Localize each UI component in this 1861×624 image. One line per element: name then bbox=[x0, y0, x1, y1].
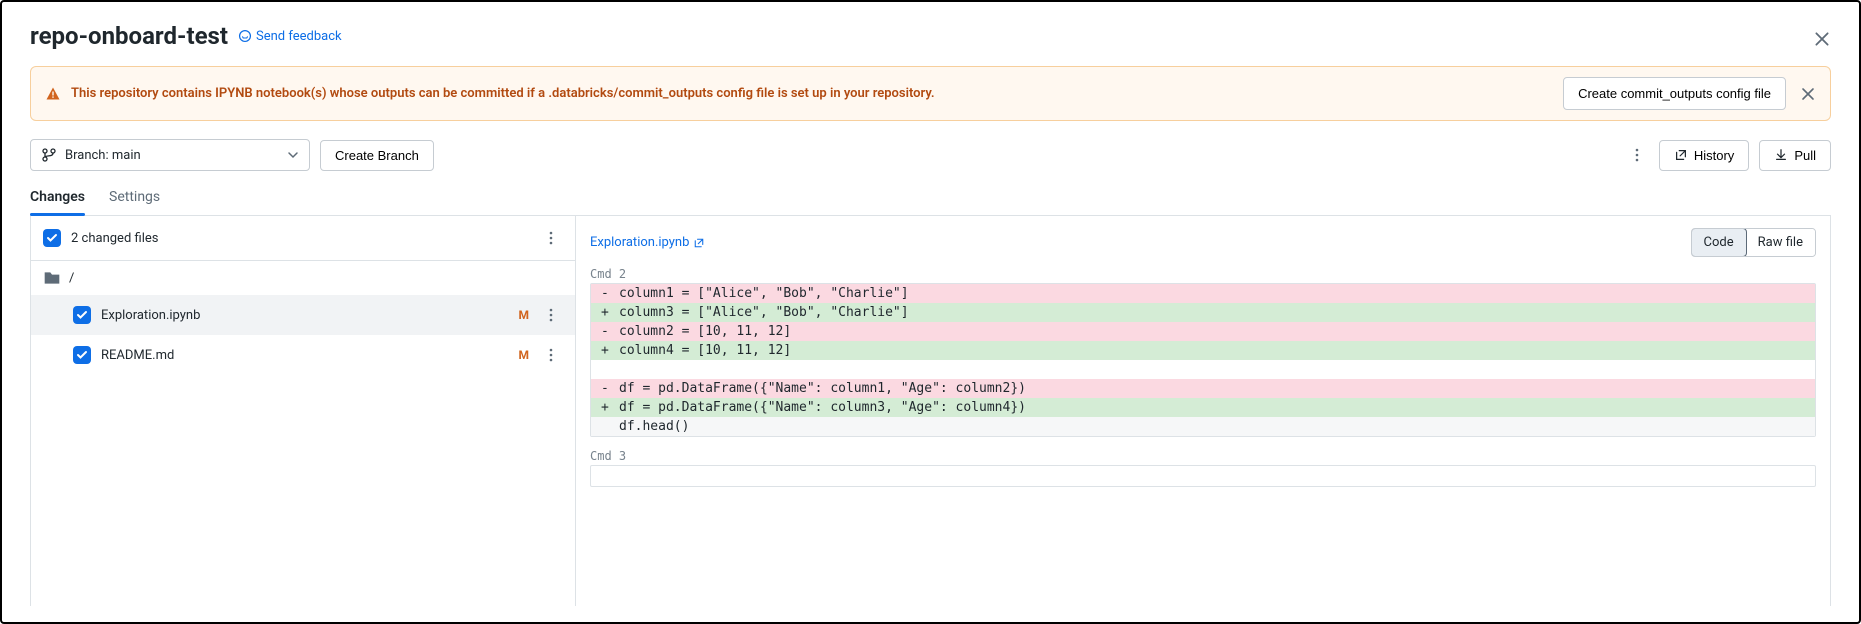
file-row[interactable]: Exploration.ipynb M bbox=[31, 295, 575, 335]
file-status: M bbox=[518, 308, 529, 322]
folder-icon bbox=[43, 269, 61, 287]
cmd-label: Cmd 2 bbox=[590, 267, 1816, 281]
create-branch-button[interactable]: Create Branch bbox=[320, 140, 434, 171]
open-file-link[interactable]: Exploration.ipynb bbox=[590, 235, 705, 250]
open-file-label: Exploration.ipynb bbox=[590, 235, 689, 250]
pull-label: Pull bbox=[1794, 148, 1816, 163]
pull-icon bbox=[1774, 148, 1788, 162]
diff-line: -df = pd.DataFrame({"Name": column1, "Ag… bbox=[591, 379, 1815, 398]
external-link-icon bbox=[1674, 148, 1688, 162]
send-feedback-label: Send feedback bbox=[256, 29, 342, 44]
folder-root-label: / bbox=[69, 271, 74, 286]
toolbar-kebab-menu[interactable] bbox=[1625, 143, 1649, 167]
file-row[interactable]: README.md M bbox=[31, 335, 575, 375]
diff-line: +df = pd.DataFrame({"Name": column3, "Ag… bbox=[591, 398, 1815, 417]
file-kebab[interactable] bbox=[539, 303, 563, 327]
branch-icon bbox=[41, 147, 57, 163]
external-link-icon bbox=[693, 237, 705, 249]
diff-line: +column4 = [10, 11, 12] bbox=[591, 341, 1815, 360]
repo-title: repo-onboard-test bbox=[30, 22, 228, 50]
diff-line: -column1 = ["Alice", "Bob", "Charlie"] bbox=[591, 284, 1815, 303]
warning-banner: This repository contains IPYNB notebook(… bbox=[30, 66, 1831, 121]
branch-selector[interactable]: Branch: main bbox=[30, 139, 310, 171]
file-kebab[interactable] bbox=[539, 343, 563, 367]
pull-button[interactable]: Pull bbox=[1759, 140, 1831, 171]
file-name-label: README.md bbox=[101, 348, 508, 363]
toggle-raw[interactable]: Raw file bbox=[1746, 229, 1815, 256]
file-checkbox[interactable] bbox=[73, 346, 91, 364]
branch-name-label: main bbox=[112, 148, 141, 163]
view-toggle: Code Raw file bbox=[1691, 228, 1816, 257]
diff-block-empty bbox=[590, 465, 1816, 487]
history-button[interactable]: History bbox=[1659, 140, 1749, 171]
diff-line: df.head() bbox=[591, 417, 1815, 436]
feedback-icon bbox=[238, 29, 252, 43]
banner-text: This repository contains IPYNB notebook(… bbox=[71, 86, 935, 101]
folder-root[interactable]: / bbox=[31, 261, 575, 295]
banner-close-icon[interactable] bbox=[1800, 86, 1816, 102]
cmd-label: Cmd 3 bbox=[590, 449, 1816, 463]
file-status: M bbox=[518, 348, 529, 362]
chevron-down-icon bbox=[287, 149, 299, 161]
changed-files-label: 2 changed files bbox=[71, 231, 529, 246]
diff-line: -column2 = [10, 11, 12] bbox=[591, 322, 1815, 341]
diff-block: -column1 = ["Alice", "Bob", "Charlie"]+c… bbox=[590, 283, 1816, 437]
file-checkbox[interactable] bbox=[73, 306, 91, 324]
diff-line bbox=[591, 360, 1815, 379]
branch-prefix-label: Branch: bbox=[65, 148, 109, 163]
toggle-code[interactable]: Code bbox=[1691, 228, 1747, 257]
changed-files-kebab[interactable] bbox=[539, 226, 563, 250]
close-dialog-icon[interactable] bbox=[1813, 30, 1831, 48]
create-config-button[interactable]: Create commit_outputs config file bbox=[1563, 77, 1786, 110]
diff-line: +column3 = ["Alice", "Bob", "Charlie"] bbox=[591, 303, 1815, 322]
select-all-checkbox[interactable] bbox=[43, 229, 61, 247]
tab-changes[interactable]: Changes bbox=[30, 183, 85, 215]
send-feedback-link[interactable]: Send feedback bbox=[238, 29, 342, 44]
warning-icon bbox=[45, 86, 61, 102]
tab-settings[interactable]: Settings bbox=[109, 183, 160, 215]
history-label: History bbox=[1694, 148, 1734, 163]
file-name-label: Exploration.ipynb bbox=[101, 308, 508, 323]
